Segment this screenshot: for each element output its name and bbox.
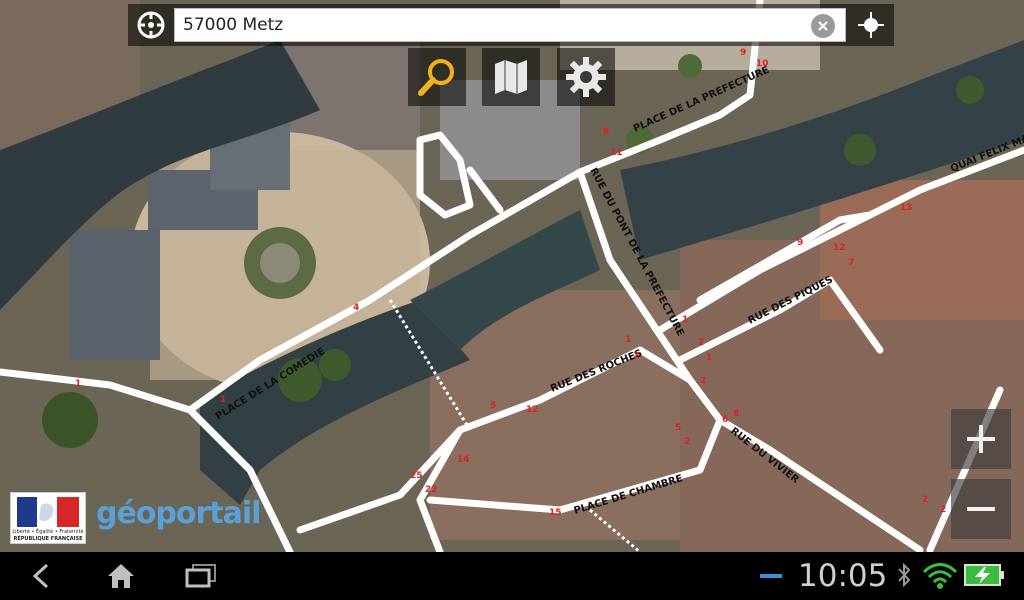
house-number: 15 (549, 508, 562, 518)
search-bar (128, 4, 894, 46)
house-number: 12 (526, 405, 539, 415)
house-number: 2 (940, 505, 946, 515)
house-number: 5 (490, 401, 496, 411)
search-input[interactable] (175, 9, 795, 41)
house-number: 2 (684, 437, 690, 447)
clear-search-button[interactable] (811, 14, 835, 38)
house-number: 2 (700, 376, 706, 386)
house-number: 9 (797, 238, 803, 248)
house-number: 5 (675, 423, 681, 433)
home-icon (108, 564, 134, 588)
home-button[interactable] (104, 560, 138, 592)
house-number: 11 (610, 148, 623, 158)
battery-charging-icon (964, 562, 1006, 588)
recent-apps-button[interactable] (184, 560, 218, 592)
house-number: 2 (922, 495, 928, 505)
crosshair-button[interactable] (128, 4, 174, 46)
house-number: 1 (625, 335, 631, 345)
house-number: 8 (603, 127, 609, 137)
house-number: 22 (425, 485, 438, 495)
crosshair-icon (137, 11, 165, 39)
house-number: 1 (75, 379, 81, 389)
house-number: 7 (848, 258, 854, 268)
search-button[interactable] (408, 48, 466, 106)
search-field (174, 8, 846, 42)
house-number: 1 (682, 315, 688, 325)
clear-icon (818, 21, 828, 31)
house-number: 8 (733, 409, 739, 419)
wifi-icon (922, 562, 958, 590)
house-number: 12 (833, 243, 846, 253)
house-number: 10 (756, 59, 769, 69)
house-number: 6 (722, 415, 728, 425)
house-number: 9 (740, 48, 746, 58)
minus-icon (967, 507, 995, 511)
house-number: 25 (410, 471, 423, 481)
house-number: 14 (457, 455, 470, 465)
geoportail-text: géoportail (96, 496, 261, 531)
map-layers-icon (495, 60, 527, 94)
settings-button[interactable] (557, 48, 615, 106)
geoportail-logo: géoportail (96, 496, 316, 540)
locate-button[interactable] (848, 4, 894, 46)
plus-icon (967, 425, 995, 453)
back-icon (32, 563, 49, 589)
house-number: 2 (698, 338, 704, 348)
zoom-in-button[interactable] (951, 409, 1011, 469)
republique-name: RÉPUBLIQUE FRANÇAISE (13, 536, 83, 542)
marianne-flag-icon (17, 497, 79, 527)
house-number: 13 (900, 203, 913, 213)
house-number: 4 (353, 303, 359, 313)
search-icon (418, 59, 454, 96)
house-number: 1 (220, 395, 226, 405)
republique-francaise-logo: Liberté • Égalité • Fraternité RÉPUBLIQU… (10, 492, 86, 544)
system-navigation-bar: 10:05 (0, 552, 1024, 600)
map-layers-button[interactable] (482, 48, 540, 106)
notification-dash-icon (760, 574, 782, 580)
house-number: 2 (633, 351, 639, 361)
house-number: 1 (706, 353, 712, 363)
status-clock: 10:05 (798, 558, 888, 594)
republique-motto: Liberté • Égalité • Fraternité (12, 529, 84, 535)
recent-apps-icon (185, 564, 216, 588)
zoom-out-button[interactable] (951, 479, 1011, 539)
bluetooth-icon (897, 562, 911, 588)
locate-icon (858, 12, 884, 38)
back-button[interactable] (24, 560, 58, 592)
gear-icon (566, 57, 606, 97)
